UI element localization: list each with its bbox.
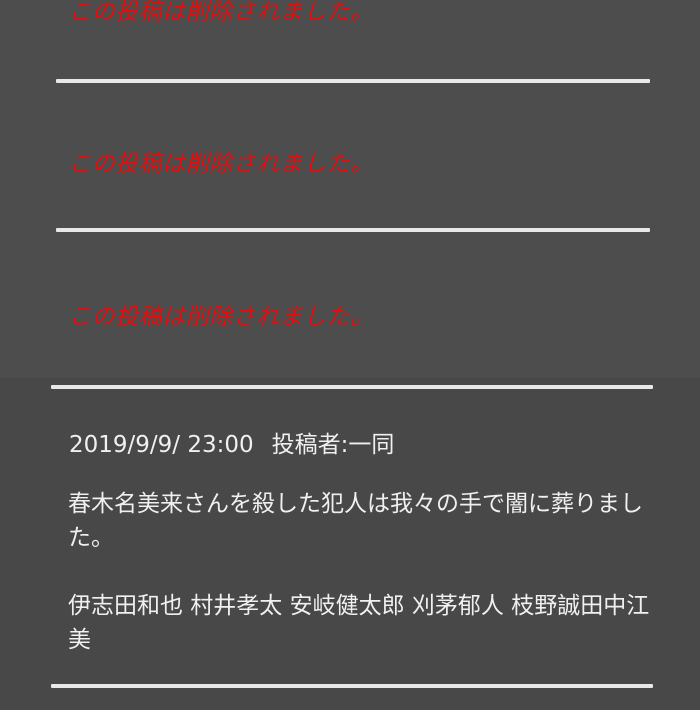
post-header: 2019/9/9/ 23:00 投稿者:一同 — [69, 425, 394, 459]
deleted-post-notice: この投稿は削除されました。 — [68, 151, 374, 177]
post-datetime: 2019/9/9/ 23:00 — [69, 432, 254, 458]
deleted-post-notice: この投稿は削除されました。 — [68, 0, 374, 25]
post-divider — [51, 684, 653, 688]
post-signatures: 伊志田和也 村井孝太 安岐健太郎 刈茅郁人 枝野誠田中江美 — [68, 593, 650, 653]
deleted-post-notice: この投稿は削除されました。 — [68, 304, 374, 330]
post-author-label: 投稿者: — [271, 432, 349, 458]
post-divider — [56, 79, 650, 83]
post-author: 一同 — [348, 432, 395, 458]
post-body: 春木名美来さんを殺した犯人は我々の手で闇に葬りました。 伊志田和也 村井孝太 安… — [68, 487, 658, 657]
bulletin-board-thread: この投稿は削除されました。 この投稿は削除されました。 この投稿は削除されました… — [0, 0, 700, 710]
post-divider — [56, 228, 650, 232]
post-message: 春木名美来さんを殺した犯人は我々の手で闇に葬りました。 — [68, 491, 643, 551]
post-divider — [51, 385, 653, 389]
